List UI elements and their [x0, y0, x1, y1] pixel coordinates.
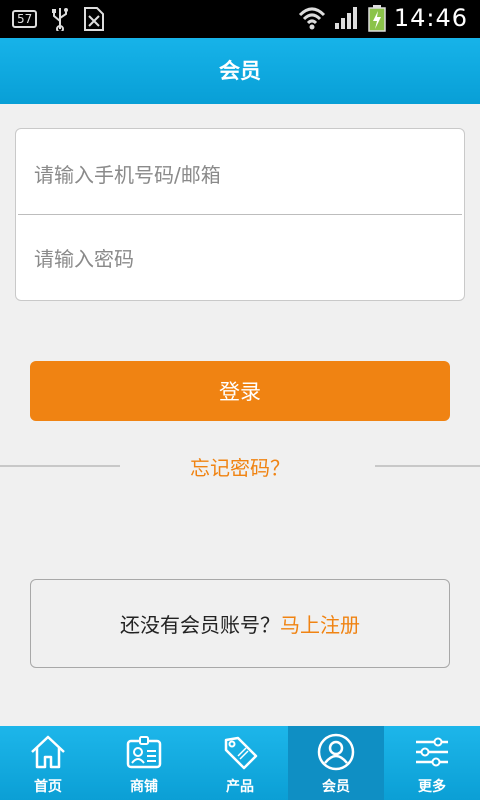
signal-icon — [334, 7, 357, 29]
nav-label-home: 首页 — [34, 779, 62, 795]
login-button[interactable]: 登录 — [30, 361, 450, 421]
register-box: 还没有会员账号？ 马上注册 — [30, 579, 450, 668]
status-right: 14:46 — [298, 4, 468, 32]
page-header: 会员 — [0, 38, 480, 104]
nav-item-member[interactable]: 会员 — [288, 726, 384, 800]
status-bar: 57 14:46 — [0, 0, 480, 38]
register-prompt: 还没有会员账号？ — [120, 613, 280, 637]
nav-item-home[interactable]: 首页 — [0, 726, 96, 800]
phone-email-input[interactable] — [34, 155, 454, 195]
login-button-label: 登录 — [219, 380, 261, 404]
nav-item-more[interactable]: 更多 — [384, 726, 480, 800]
nav-label-shop: 商铺 — [130, 779, 158, 795]
register-link[interactable]: 马上注册 — [280, 609, 360, 638]
sliders-icon — [416, 737, 448, 767]
field-divider — [18, 214, 462, 215]
notification-count-badge: 57 — [12, 10, 38, 28]
login-form — [15, 128, 465, 301]
status-left: 57 — [12, 6, 105, 32]
clock: 14:46 — [393, 4, 468, 32]
bottom-nav: 首页 商铺 产品 会员 更多 — [0, 726, 480, 800]
page-title: 会员 — [219, 59, 261, 83]
shop-id-icon — [126, 736, 162, 769]
member-icon — [317, 733, 355, 771]
home-icon — [31, 735, 65, 769]
forgot-password-label: 忘记密码？ — [190, 456, 290, 480]
password-input[interactable] — [34, 239, 454, 279]
sale-tag-icon — [224, 736, 258, 770]
forgot-password-link[interactable]: 忘记密码？ — [0, 452, 480, 481]
nav-label-member: 会员 — [322, 779, 350, 795]
nav-label-products: 产品 — [226, 779, 254, 795]
nav-item-shop[interactable]: 商铺 — [96, 726, 192, 800]
wifi-icon — [298, 7, 325, 30]
usb-icon — [52, 8, 69, 31]
battery-charging-icon — [368, 5, 386, 32]
sim-card-icon — [84, 7, 105, 31]
nav-item-products[interactable]: 产品 — [192, 726, 288, 800]
nav-label-more: 更多 — [418, 779, 446, 795]
